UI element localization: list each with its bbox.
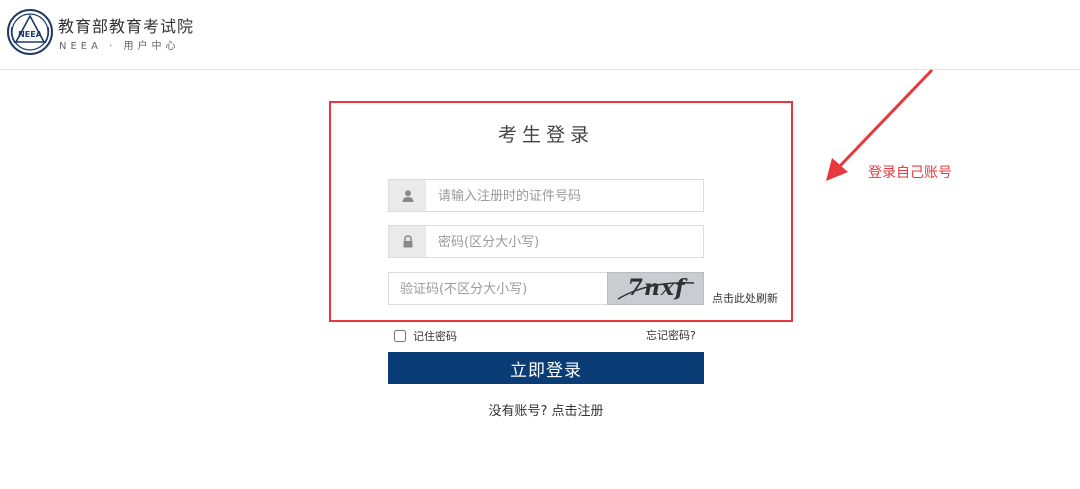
- password-input[interactable]: [438, 232, 688, 252]
- lock-icon: [389, 226, 426, 257]
- captcha-input[interactable]: [400, 279, 600, 299]
- org-name: 教育部教育考试院: [58, 17, 195, 36]
- captcha-text: 7nxf: [627, 275, 686, 301]
- neea-logo: NEEA: [7, 9, 53, 55]
- captcha-image[interactable]: 7nxf: [607, 272, 704, 305]
- id-number-input[interactable]: [438, 186, 688, 206]
- remember-password-checkbox[interactable]: [394, 330, 406, 342]
- remember-password[interactable]: 记住密码: [394, 328, 457, 344]
- annotation-text: 登录自己账号: [868, 165, 952, 181]
- forgot-password-link[interactable]: 忘记密码?: [646, 327, 696, 343]
- remember-password-label: 记住密码: [413, 330, 457, 343]
- top-header: NEEA 教育部教育考试院 NEEA · 用户中心: [0, 0, 1080, 70]
- captcha-field: [388, 272, 608, 305]
- refresh-captcha-link[interactable]: 点击此处刷新: [712, 290, 778, 306]
- password-field: [388, 225, 704, 258]
- user-icon: [389, 180, 426, 211]
- register-link[interactable]: 没有账号? 点击注册: [388, 400, 704, 419]
- svg-text:NEEA: NEEA: [18, 30, 43, 39]
- login-button[interactable]: 立即登录: [388, 352, 704, 384]
- login-title: 考生登录: [497, 124, 594, 146]
- id-number-field: [388, 179, 704, 212]
- portal-subtitle: NEEA · 用户中心: [59, 41, 180, 52]
